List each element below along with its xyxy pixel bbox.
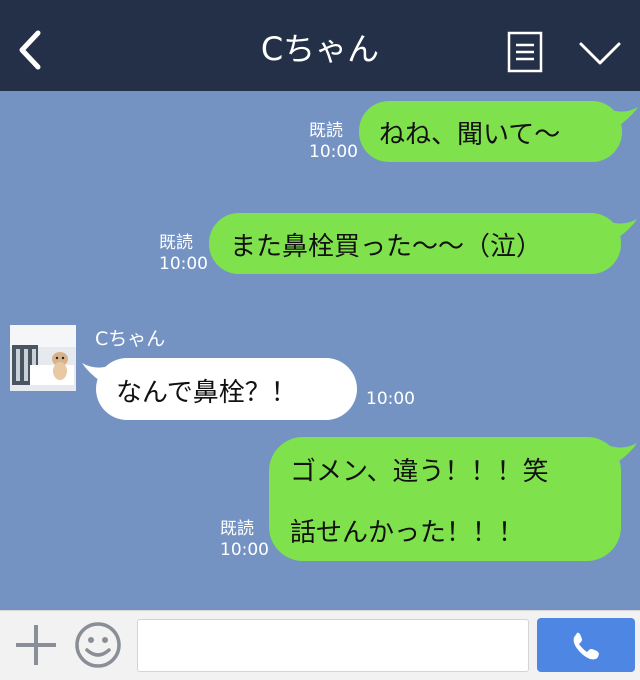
message-time: 10:00 xyxy=(309,142,358,162)
message-text: ねね、聞いて〜 xyxy=(379,120,561,150)
menu-toggle-button[interactable] xyxy=(578,40,622,68)
chat-area[interactable]: 既読 10:00 ねね、聞いて〜 既読 10:00 また鼻栓買った〜〜（泣） C… xyxy=(0,91,640,610)
attach-button[interactable] xyxy=(14,623,58,667)
sender-name: Cちゃん xyxy=(95,328,166,350)
message-meta: 既読 10:00 xyxy=(159,233,208,275)
message-meta: 既読 10:00 xyxy=(309,121,358,163)
my-message-bubble[interactable]: ねね、聞いて〜 xyxy=(359,101,622,162)
memo-list-icon xyxy=(507,31,543,73)
message-time: 10:00 xyxy=(366,389,415,409)
message-meta: 既読 10:00 xyxy=(220,519,269,561)
my-message-bubble[interactable]: ゴメン、違う！！！笑 話せんかった！！！ xyxy=(269,437,621,561)
composer-bar xyxy=(0,610,640,680)
emoji-button[interactable] xyxy=(74,621,122,669)
read-receipt: 既読 xyxy=(220,519,254,539)
message-text: なんで鼻栓？！ xyxy=(116,378,297,408)
my-message-bubble[interactable]: また鼻栓買った〜〜（泣） xyxy=(209,213,621,274)
bubble-tail xyxy=(607,443,637,465)
dog-photo-icon xyxy=(10,325,76,391)
message-time: 10:00 xyxy=(159,254,208,274)
bubble-tail xyxy=(608,107,638,129)
read-receipt: 既読 xyxy=(159,233,193,253)
message-text-line: ゴメン、違う！！！笑 xyxy=(290,457,549,487)
avatar[interactable] xyxy=(10,325,76,391)
bubble-tail xyxy=(607,219,637,241)
message-input[interactable] xyxy=(137,619,529,672)
their-message-bubble[interactable]: なんで鼻栓？！ xyxy=(96,358,357,420)
message-time: 10:00 xyxy=(220,540,269,560)
chevron-down-icon xyxy=(579,42,621,65)
plus-icon xyxy=(16,625,56,665)
chat-title: Cちゃん xyxy=(260,30,380,68)
message-text: また鼻栓買った〜〜（泣） xyxy=(230,232,543,262)
memo-button[interactable] xyxy=(507,31,543,73)
message-text-line: 話せんかった！！！ xyxy=(290,518,525,548)
smiley-icon xyxy=(75,622,121,668)
phone-icon xyxy=(573,632,599,660)
call-button[interactable] xyxy=(537,618,635,672)
read-receipt: 既読 xyxy=(309,121,343,141)
chat-header: Cちゃん xyxy=(0,0,640,91)
